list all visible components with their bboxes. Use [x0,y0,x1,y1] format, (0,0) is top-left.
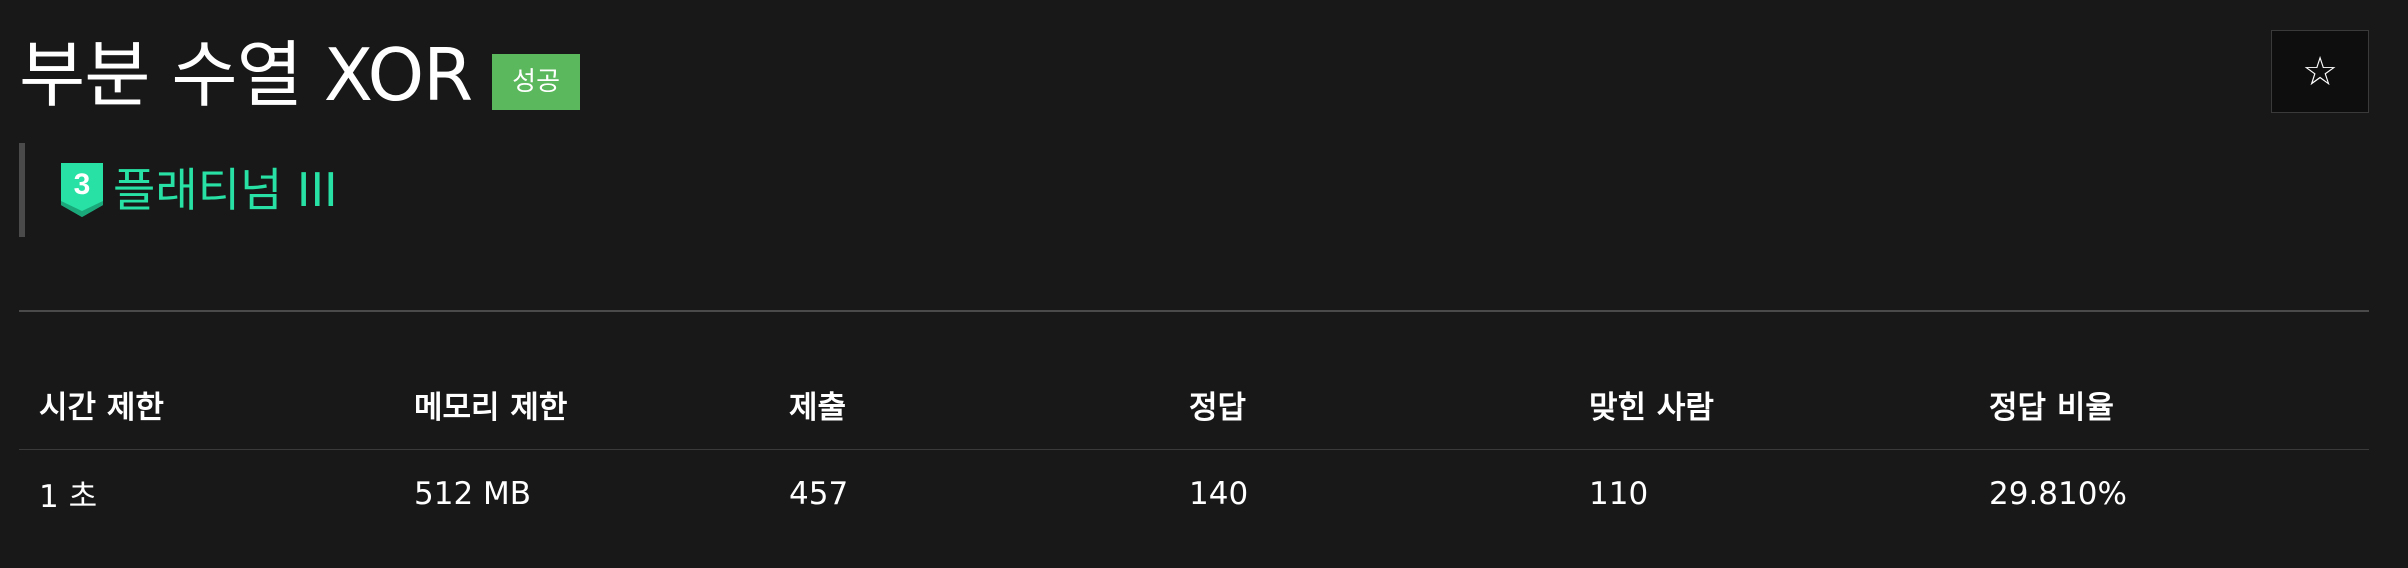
value-memory-limit: 512 MB [414,475,532,512]
value-submissions: 457 [789,475,849,512]
section-divider [19,310,2369,312]
tier-block: 3 플래티넘 III [19,143,338,237]
platinum-tier-icon: 3 [61,163,103,217]
header-time-limit: 시간 제한 [19,360,394,450]
problem-info-table: 시간 제한 메모리 제한 제출 정답 맞힌 사람 정답 비율 1 초 512 M… [19,360,2369,538]
status-badge: 성공 [492,54,580,110]
problem-page: 부분 수열 XOR 성공 ☆ 3 플래티넘 III 시간 제한 메모리 제한 제… [0,0,2408,568]
table-header-row: 시간 제한 메모리 제한 제출 정답 맞힌 사람 정답 비율 [19,360,2369,450]
header-memory-limit: 메모리 제한 [394,360,769,450]
problem-title: 부분 수열 XOR [19,33,473,117]
table-row: 1 초 512 MB 457 140 110 29.810% [19,449,2369,538]
value-solved-users: 110 [1589,475,1649,512]
header-solved-users: 맞힌 사람 [1569,360,1969,450]
tier-number: 3 [74,168,91,201]
problem-header: 부분 수열 XOR 성공 [19,30,580,120]
header-accept-ratio: 정답 비율 [1969,360,2369,450]
value-accepted: 140 [1189,475,1249,512]
header-submissions: 제출 [769,360,1169,450]
header-accepted: 정답 [1169,360,1569,450]
value-accept-ratio: 29.810% [1989,475,2127,512]
tier-label: 플래티넘 III [113,163,338,217]
star-icon: ☆ [2302,48,2338,95]
favorite-button[interactable]: ☆ [2271,30,2369,113]
value-time-limit: 1 초 [39,479,98,516]
